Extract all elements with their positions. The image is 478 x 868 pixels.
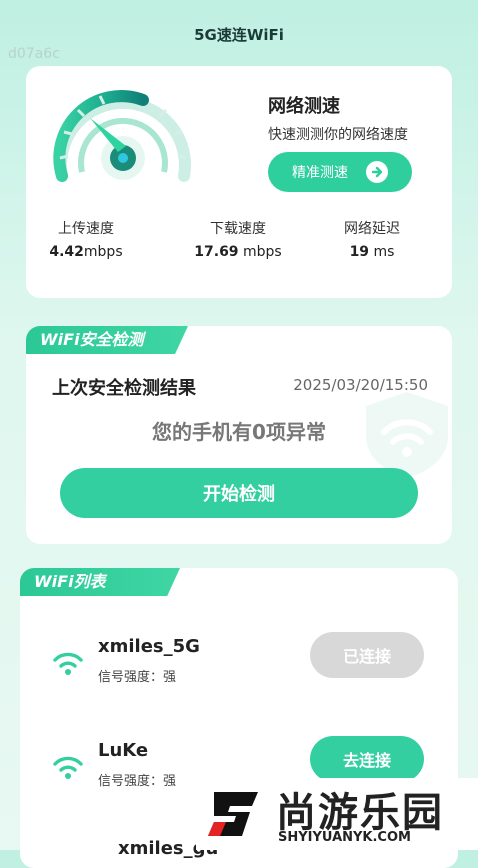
speed-test-card: 网络测速 快速测测你的网络速度 精准测速 上传速度 4.42mbps 下载速度 … <box>26 66 452 298</box>
abnormal-count-text: 您的手机有0项异常 <box>152 420 326 444</box>
s-logo-icon <box>208 792 258 836</box>
site-logo-watermark: 尚游乐园 SHYIYUANYK.COM <box>196 778 478 850</box>
wifi-signal-strength: 信号强度：强 <box>98 670 177 685</box>
arrow-right-icon <box>366 161 388 183</box>
precise-speed-test-label: 精准测速 <box>292 165 348 181</box>
watermark-code: d07a6c <box>8 46 60 62</box>
wifi-security-card: WiFi安全检测 上次安全检测结果 2025/03/20/15:50 您的手机有… <box>26 326 452 544</box>
connected-button[interactable]: 已连接 <box>310 632 424 678</box>
wifi-ssid: xmiles_5G <box>98 636 200 657</box>
upload-speed-value: 4.42mbps <box>49 244 123 260</box>
download-speed-label: 下载速度 <box>210 221 266 237</box>
wifi-list-ribbon: WiFi列表 <box>20 568 180 596</box>
network-latency-label: 网络延迟 <box>344 221 400 237</box>
speed-test-title: 网络测速 <box>268 96 340 117</box>
precise-speed-test-button[interactable]: 精准测速 <box>268 152 412 192</box>
wifi-security-ribbon: WiFi安全检测 <box>26 326 188 354</box>
download-speed-value: 17.69 mbps <box>194 244 282 260</box>
upload-speed-label: 上传速度 <box>58 221 114 237</box>
site-logo-url: SHYIYUANYK.COM <box>278 830 411 845</box>
upload-speed-stat: 上传速度 4.42mbps <box>26 218 146 260</box>
start-check-button[interactable]: 开始检测 <box>60 468 418 518</box>
app-title: 5G速连WiFi <box>194 26 284 44</box>
last-result-label: 上次安全检测结果 <box>52 378 196 399</box>
speedometer-gauge <box>53 90 191 182</box>
wifi-signal-strength: 信号强度：强 <box>98 774 177 789</box>
wifi-icon <box>53 756 83 779</box>
network-latency-value: 19 ms <box>349 244 395 260</box>
speed-test-subtitle: 快速测测你的网络速度 <box>268 127 408 143</box>
wifi-ssid: LuKe <box>98 740 149 761</box>
connect-button[interactable]: 去连接 <box>310 736 424 782</box>
network-latency-stat: 网络延迟 19 ms <box>312 218 432 260</box>
wifi-list-item[interactable]: xmiles_5G 信号强度：强 已连接 <box>20 632 458 702</box>
wifi-icon <box>53 652 83 675</box>
download-speed-stat: 下载速度 17.69 mbps <box>178 218 298 260</box>
